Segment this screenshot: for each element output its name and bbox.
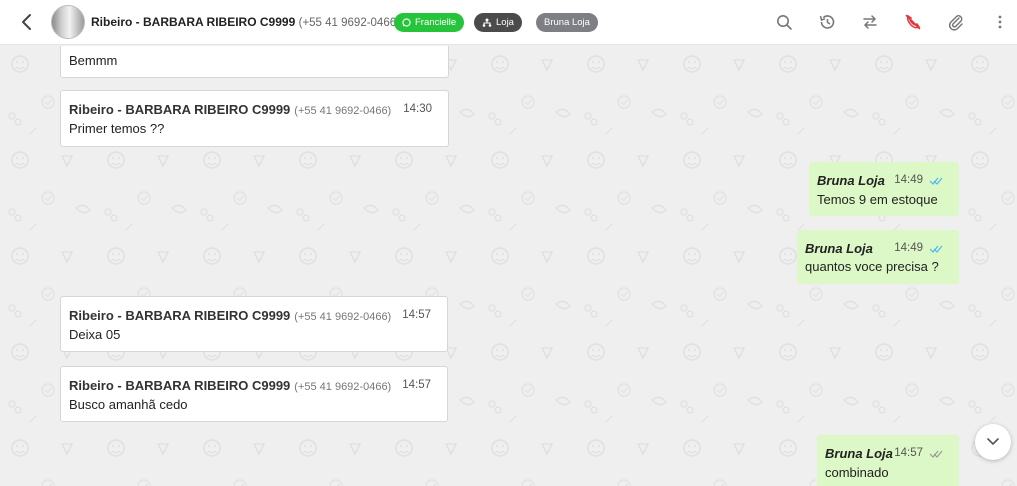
message-text: Primer temos ?? — [69, 121, 165, 136]
agent-badge-label: Bruna Loja — [544, 17, 590, 28]
channel-badge[interactable]: Francielle — [394, 13, 465, 32]
read-receipt-icon — [929, 245, 943, 253]
outgoing-message[interactable]: Bruna Loja 14:57 combinado — [817, 435, 959, 486]
contact-name: Ribeiro - BARBARA RIBEIRO C9999 (+55 41 … — [91, 15, 400, 29]
message-sender: Ribeiro - BARBARA RIBEIRO C9999 — [69, 102, 291, 117]
message-time: 14:49 — [894, 242, 923, 254]
transfer-icon[interactable] — [861, 13, 879, 31]
message-time: 14:30 — [403, 103, 432, 115]
incoming-message[interactable]: Ribeiro - BARBARA RIBEIRO C9999 (+55 41 9… — [60, 90, 449, 147]
message-header: Bruna Loja 14:57 — [825, 445, 951, 463]
department-badge[interactable]: Loja — [474, 13, 522, 32]
chevron-down-icon — [987, 438, 999, 446]
message-header: Bruna Loja 14:49 — [805, 240, 951, 258]
attachment-icon[interactable] — [947, 13, 965, 31]
message-time: 14:49 — [894, 174, 923, 186]
message-time: 14:57 — [402, 309, 431, 321]
outgoing-message[interactable]: Bruna Loja 14:49 quantos voce precisa ? — [797, 230, 959, 284]
contact-phone: (+55 41 9692-0466) — [298, 17, 400, 29]
outgoing-message[interactable]: Bruna Loja 14:49 Temos 9 em estoque — [809, 162, 959, 216]
message-header: Ribeiro - BARBARA RIBEIRO C9999 (+55 41 9… — [69, 101, 440, 119]
channel-badge-label: Francielle — [415, 17, 457, 28]
message-header: Ribeiro - BARBARA RIBEIRO C9999 (+55 41 9… — [69, 377, 439, 395]
contact-name-text: Ribeiro - BARBARA RIBEIRO C9999 — [91, 15, 296, 29]
incoming-message[interactable]: Ribeiro - BARBARA RIBEIRO C9999 (+55 41 9… — [60, 366, 448, 422]
sitemap-icon — [482, 18, 492, 27]
chat-header: Ribeiro - BARBARA RIBEIRO C9999 (+55 41 … — [0, 0, 1017, 45]
message-sender: Ribeiro - BARBARA RIBEIRO C9999 — [69, 308, 291, 323]
message-header: Bruna Loja 14:49 — [817, 172, 951, 190]
message-text: Temos 9 em estoque — [817, 192, 938, 207]
message-time: 14:57 — [894, 447, 923, 459]
more-icon[interactable] — [991, 13, 1009, 31]
message-text: Deixa 05 — [69, 327, 121, 342]
message-text: Bemmm — [69, 53, 118, 68]
incoming-message[interactable]: Ribeiro - BARBARA RIBEIRO C9999 (+55 41 9… — [60, 296, 448, 352]
incoming-message[interactable]: Bemmm — [60, 46, 449, 78]
back-arrow-icon[interactable] — [18, 12, 36, 32]
delivered-receipt-icon — [929, 450, 943, 458]
message-sender: Bruna Loja — [817, 173, 885, 188]
scroll-to-bottom-button[interactable] — [975, 424, 1011, 460]
search-icon[interactable] — [775, 13, 793, 31]
message-sender: Ribeiro - BARBARA RIBEIRO C9999 — [69, 378, 291, 393]
message-text: quantos voce precisa ? — [805, 259, 939, 274]
message-sender-phone: (+55 41 9692-0466) — [294, 311, 392, 323]
message-sender: Bruna Loja — [805, 241, 873, 256]
whatsapp-icon — [402, 18, 411, 27]
message-sender-phone: (+55 41 9692-0466) — [294, 105, 392, 117]
message-text: combinado — [825, 465, 889, 480]
message-time: 14:57 — [402, 379, 431, 391]
read-receipt-icon — [929, 177, 943, 185]
department-badge-label: Loja — [496, 17, 514, 28]
history-icon[interactable] — [818, 13, 836, 31]
message-header: Ribeiro - BARBARA RIBEIRO C9999 (+55 41 9… — [69, 307, 439, 325]
phone-off-icon[interactable] — [904, 13, 922, 31]
message-list[interactable]: Bemmm Ribeiro - BARBARA RIBEIRO C9999 (+5… — [0, 46, 1017, 486]
agent-badge[interactable]: Bruna Loja — [536, 13, 598, 32]
avatar[interactable] — [51, 5, 85, 39]
message-sender: Bruna Loja — [825, 446, 893, 461]
message-sender-phone: (+55 41 9692-0466) — [294, 381, 392, 393]
message-text: Busco amanhã cedo — [69, 397, 188, 412]
